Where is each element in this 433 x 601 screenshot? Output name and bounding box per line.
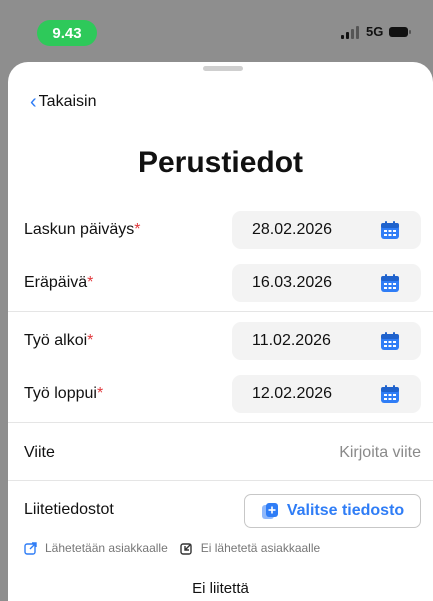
required-mark: * [134,221,141,238]
calendar-icon [381,274,399,292]
choose-file-button[interactable]: Valitse tiedosto [244,494,421,528]
required-mark: * [96,385,104,402]
calendar-icon [381,332,399,350]
battery-tip [409,30,411,34]
date-value: 12.02.2026 [252,385,333,402]
date-value: 16.03.2026 [252,274,333,291]
divider [8,422,433,423]
date-label-text: Työ loppui [24,385,97,402]
network-type: 5G [366,24,384,39]
work-started-field[interactable]: 11.02.2026 [232,322,421,360]
date-label: Työ alkoi* [24,332,93,350]
date-label: Työ loppui* [24,385,103,403]
file-add-icon [261,503,278,519]
no-attachments-text: Ei liitettä [192,580,249,597]
back-label: Takaisin [38,93,97,110]
required-mark: * [87,274,94,291]
attachments-label: Liitetiedostot [24,501,114,518]
reference-row: Viite Kirjoita viite [8,432,433,472]
date-label-text: Työ alkoi [24,332,88,349]
date-value: 11.02.2026 [252,332,331,349]
due-date-field[interactable]: 16.03.2026 [232,264,421,302]
calendar-icon [381,221,399,239]
attachment-legend: Lähetetään asiakkaalle Ei lähetetä asiak… [24,541,332,555]
external-link-icon [24,541,37,555]
signal-icon [341,26,359,39]
legend-not-sent-text: Ei lähetetä asiakkaalle [200,541,321,555]
chevron-left-icon: ‹ [30,91,37,113]
time-pill: 9.43 [37,20,97,46]
bottom-sheet: ‹ Takaisin Perustiedot Laskun päiväys* 2… [8,62,433,601]
status-bar: 9.43 5G [0,0,433,62]
date-row-invoice-date: Laskun päiväys* 28.02.2026 [8,207,433,257]
work-ended-field[interactable]: 12.02.2026 [232,375,421,413]
date-label-text: Laskun päiväys [24,221,135,238]
divider [8,311,433,312]
battery-icon [389,27,408,37]
required-mark: * [87,332,94,349]
status-time: 9.43 [52,24,82,42]
invoice-date-field[interactable]: 28.02.2026 [232,211,421,249]
legend-sent-text: Lähetetään asiakkaalle [45,541,168,555]
reference-label: Viite [24,444,55,461]
back-button[interactable]: ‹ Takaisin [30,92,96,112]
reference-input[interactable]: Kirjoita viite [339,444,421,462]
choose-file-label: Valitse tiedosto [286,502,405,519]
date-label-text: Eräpäivä [24,274,88,291]
date-row-due-date: Eräpäivä* 16.03.2026 [8,260,433,310]
sheet-grabber[interactable] [203,66,243,71]
calendar-icon [381,385,399,403]
link-in-icon [180,542,192,555]
date-row-work-started: Työ alkoi* 11.02.2026 [8,318,433,368]
date-label: Eräpäivä* [24,274,93,292]
date-label: Laskun päiväys* [24,221,141,239]
divider [8,480,433,481]
date-row-work-ended: Työ loppui* 12.02.2026 [8,371,433,421]
date-value: 28.02.2026 [252,221,333,238]
page-title: Perustiedot [137,146,304,179]
